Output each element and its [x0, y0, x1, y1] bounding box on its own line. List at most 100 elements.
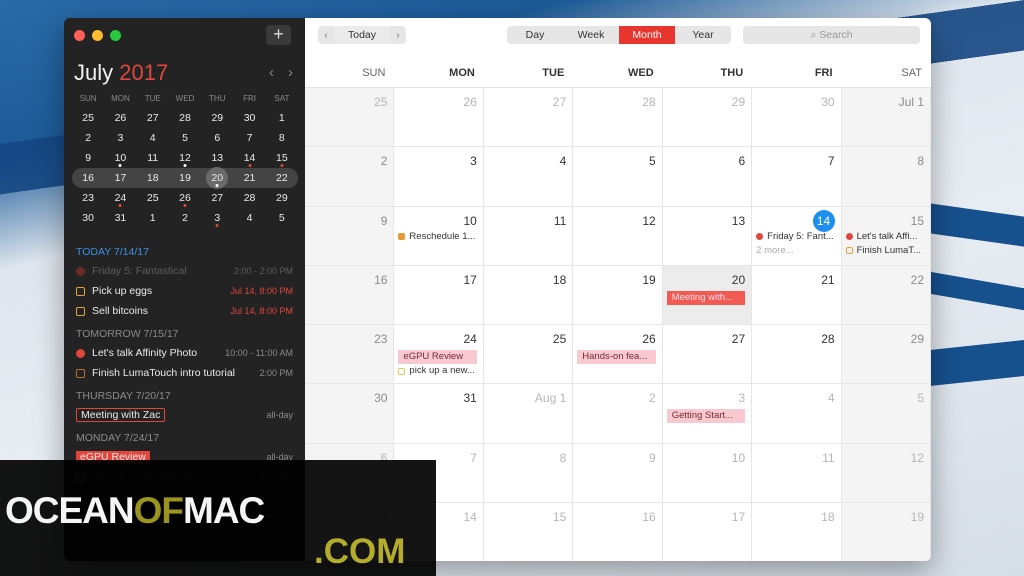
view-tab-month[interactable]: Month: [619, 26, 675, 44]
mini-calendar-day[interactable]: 24: [104, 188, 136, 208]
day-cell[interactable]: 17: [663, 503, 753, 561]
mini-calendar-day[interactable]: 20: [201, 168, 233, 188]
chevron-right-icon[interactable]: ›: [288, 64, 293, 81]
day-cell[interactable]: 3 Getting Start...: [662, 384, 753, 444]
day-cell[interactable]: 10 Reschedule 1...: [394, 206, 484, 266]
checkbox-icon[interactable]: [76, 368, 85, 378]
day-cell[interactable]: 17: [394, 265, 484, 326]
calendar-event[interactable]: Friday 5: Fant...: [756, 230, 834, 244]
mini-calendar-day[interactable]: 26: [104, 108, 136, 128]
day-cell[interactable]: 5: [841, 384, 931, 444]
mini-calendar-day[interactable]: 1: [137, 208, 169, 228]
view-tab-week[interactable]: Week: [563, 26, 619, 44]
mini-calendar-day[interactable]: 9: [72, 148, 104, 168]
day-cell[interactable]: 3: [394, 147, 484, 207]
day-cell[interactable]: Jul 1: [841, 88, 931, 148]
close-button[interactable]: [74, 30, 85, 41]
mini-calendar-day[interactable]: 4: [137, 128, 169, 148]
mini-calendar-day[interactable]: 3: [104, 128, 136, 148]
day-cell[interactable]: 4: [752, 384, 842, 444]
mini-calendar-day[interactable]: 5: [266, 208, 298, 228]
day-cell[interactable]: 21: [752, 265, 842, 326]
day-cell[interactable]: 16: [573, 503, 663, 561]
mini-calendar-day[interactable]: 14: [233, 148, 265, 168]
zoom-button[interactable]: [110, 30, 121, 41]
day-cell[interactable]: 31: [394, 384, 484, 444]
chevron-left-icon[interactable]: ‹: [318, 26, 334, 44]
day-cell[interactable]: 26: [394, 88, 484, 148]
day-cell[interactable]: 2: [573, 384, 663, 444]
mini-calendar-day[interactable]: 2: [169, 208, 201, 228]
agenda-item[interactable]: Friday 5: Fantastical 2:00 - 2:00 PM: [76, 261, 293, 281]
day-cell[interactable]: 18: [483, 265, 574, 326]
mini-calendar-day[interactable]: 2: [72, 128, 104, 148]
mini-calendar-day[interactable]: 4: [233, 208, 265, 228]
day-cell[interactable]: 16: [305, 265, 395, 326]
mini-calendar-day[interactable]: 11: [137, 148, 169, 168]
mini-calendar-day[interactable]: 7: [233, 128, 265, 148]
day-cell[interactable]: 15 Let's talk Affi... Finish LumaT...: [841, 206, 931, 266]
mini-calendar-day[interactable]: 10: [104, 148, 136, 168]
add-event-button[interactable]: +: [266, 25, 291, 45]
mini-calendar-day[interactable]: 30: [72, 208, 104, 228]
minimize-button[interactable]: [92, 30, 103, 41]
day-cell[interactable]: 25: [483, 325, 574, 385]
checkbox-icon[interactable]: [76, 306, 85, 316]
day-cell[interactable]: 10: [662, 443, 753, 504]
checkbox-icon[interactable]: [76, 286, 85, 296]
day-cell[interactable]: 14 Friday 5: Fant... 2 more...: [752, 206, 842, 266]
mini-calendar-day[interactable]: 3: [201, 208, 233, 228]
day-cell[interactable]: 20 Meeting with...: [662, 265, 753, 326]
day-cell[interactable]: 30: [305, 384, 395, 444]
day-cell[interactable]: 29: [841, 325, 931, 385]
day-cell[interactable]: 28: [573, 88, 663, 148]
agenda-item[interactable]: Let's talk Affinity Photo 10:00 - 11:00 A…: [76, 343, 293, 363]
day-cell[interactable]: 18: [752, 503, 842, 561]
day-cell[interactable]: 30: [752, 88, 842, 148]
day-cell[interactable]: 13: [662, 206, 753, 266]
day-cell[interactable]: 2: [305, 147, 395, 207]
mini-calendar-day[interactable]: 18: [137, 168, 169, 188]
today-button[interactable]: Today: [334, 26, 390, 44]
day-cell[interactable]: 11: [483, 206, 574, 266]
day-cell[interactable]: 26 Hands-on fea...: [573, 325, 663, 385]
mini-calendar-day[interactable]: 25: [72, 108, 104, 128]
agenda-item[interactable]: Sell bitcoins Jul 14, 8:00 PM: [76, 301, 293, 321]
day-cell[interactable]: 12: [841, 443, 931, 504]
day-cell[interactable]: Aug 1: [483, 384, 574, 444]
day-cell[interactable]: 27: [662, 325, 753, 385]
day-cell[interactable]: 9: [573, 443, 663, 504]
mini-calendar-day[interactable]: 29: [266, 188, 298, 208]
agenda-item[interactable]: Meeting with Zac all-day: [76, 405, 293, 425]
day-cell[interactable]: 5: [573, 147, 663, 207]
mini-calendar-day[interactable]: 5: [169, 128, 201, 148]
mini-calendar-day[interactable]: 8: [266, 128, 298, 148]
mini-calendar-day[interactable]: 28: [233, 188, 265, 208]
mini-calendar-day[interactable]: 15: [266, 148, 298, 168]
agenda-item[interactable]: Pick up eggs Jul 14, 8:00 PM: [76, 281, 293, 301]
mini-calendar-day[interactable]: 1: [266, 108, 298, 128]
day-cell[interactable]: 9: [305, 206, 395, 266]
chevron-right-icon[interactable]: ›: [390, 26, 406, 44]
mini-calendar-day[interactable]: 23: [72, 188, 104, 208]
day-cell[interactable]: 6: [662, 147, 753, 207]
day-cell[interactable]: 29: [662, 88, 753, 148]
mini-calendar-day[interactable]: 26: [169, 188, 201, 208]
day-cell[interactable]: 8: [483, 443, 574, 504]
mini-calendar-day[interactable]: 29: [201, 108, 233, 128]
day-cell[interactable]: 19: [841, 503, 931, 561]
mini-calendar-day[interactable]: 6: [201, 128, 233, 148]
search-input[interactable]: ⌕ Search: [743, 26, 920, 44]
day-cell[interactable]: 25: [305, 88, 395, 148]
mini-calendar-day[interactable]: 28: [169, 108, 201, 128]
day-cell[interactable]: 27: [483, 88, 574, 148]
calendar-event[interactable]: pick up a new...: [398, 364, 476, 378]
calendar-event[interactable]: Finish LumaT...: [845, 244, 924, 258]
calendar-event[interactable]: Hands-on fea...: [577, 350, 656, 365]
day-cell[interactable]: 19: [573, 265, 663, 326]
mini-calendar-day[interactable]: 22: [266, 168, 298, 188]
view-tab-year[interactable]: Year: [675, 26, 731, 44]
calendar-event[interactable]: Meeting with...: [666, 290, 746, 305]
day-cell[interactable]: 15: [484, 503, 574, 561]
mini-calendar-day[interactable]: 27: [137, 108, 169, 128]
